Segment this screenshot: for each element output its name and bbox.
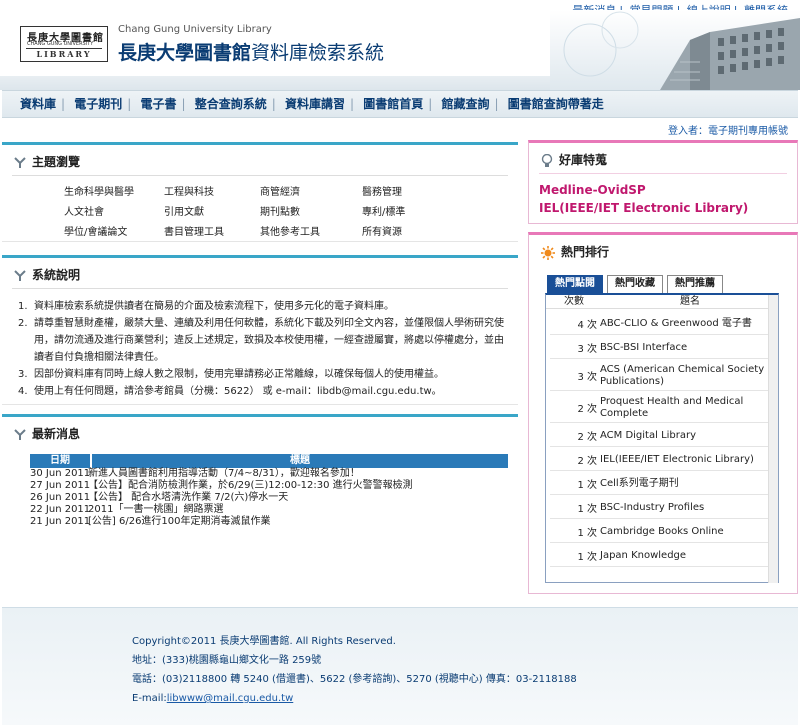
tab-most-recommended[interactable]: 熱門推薦 — [667, 275, 723, 293]
footer-text: Copyright©2011 長庚大學圖書館. All Rights Reser… — [132, 632, 577, 708]
subject-item[interactable]: 其他參考工具 — [260, 223, 362, 238]
subject-grid: 生命科學與醫學 工程與科技 商管經濟 醫務管理 人文社會 引用文獻 期刊點數 專… — [64, 183, 452, 238]
footer-address: 地址：(333)桃園縣龜山鄉文化一路 259號 — [132, 655, 322, 666]
subject-item[interactable]: 引用文獻 — [164, 203, 260, 218]
subject-item[interactable]: 商管經濟 — [260, 183, 362, 198]
cup-icon — [14, 428, 26, 440]
site-title-zh: 長庚大學圖書館資料庫檢索系統 — [118, 38, 384, 65]
description-list: 1. 資料庫檢索系統提供讀者在簡易的介面及檢索流程下，使用多元化的電子資料庫。 2… — [18, 298, 508, 400]
news-col-title: 標題 — [92, 454, 508, 468]
nav-mobile-search[interactable]: 圖書館查詢帶著走 — [508, 97, 604, 111]
news-title: 最新消息 — [14, 425, 80, 442]
featured-link-iel[interactable]: IEL(IEEE/IET Electronic Library) — [539, 199, 748, 217]
featured-link-medline[interactable]: Medline-OvidSP — [539, 181, 748, 199]
footer-copyright: Copyright©2011 長庚大學圖書館. All Rights Reser… — [132, 636, 396, 647]
cup-icon — [14, 156, 26, 168]
popular-row[interactable]: 1 次 BSC-Industry Profiles — [550, 497, 772, 519]
news-row[interactable]: 27 Jun 2011 【公告】配合消防檢測作業，於6/29(三)12:00-12… — [30, 480, 520, 492]
description-item: 1. 資料庫檢索系統提供讀者在簡易的介面及檢索流程下，使用多元化的電子資料庫。 — [18, 301, 394, 312]
nav-library-home[interactable]: 圖書館首頁 — [363, 97, 423, 111]
news-header: 日期 標題 — [30, 454, 520, 468]
system-description-title: 系統說明 — [14, 266, 80, 283]
popular-row[interactable]: 2 次 IEL(IEEE/IET Electronic Library) — [550, 449, 772, 471]
logo-en-small: CHANG GUNG UNIVERSITY — [27, 41, 94, 47]
nav-catalog-search[interactable]: 館藏查詢 — [442, 97, 490, 111]
subject-item[interactable]: 生命科學與醫學 — [64, 183, 164, 198]
description-item: 2. 請尊重智慧財產權，嚴禁大量、連續及利用任何軟體，系統化下載及列印全文內容，並… — [18, 318, 504, 363]
library-building-illustration — [550, 10, 800, 90]
login-status: 登入者：電子期刊專用帳號 — [668, 126, 788, 137]
col-name: 題名 — [680, 296, 700, 307]
news-panel: 最新消息 日期 標題 30 Jun 2011 新進人員圖書館利用指導活動（7/4~… — [2, 414, 518, 544]
popular-ranking-panel: 熱門排行 熱門點閱 熱門收藏 熱門推薦 次數 題名 4 次 ABC-CLIO & … — [528, 232, 798, 594]
tab-most-viewed[interactable]: 熱門點閱 — [547, 275, 603, 293]
divider — [12, 175, 508, 176]
tab-most-bookmarked[interactable]: 熱門收藏 — [607, 275, 663, 293]
news-row[interactable]: 30 Jun 2011 新進人員圖書館利用指導活動（7/4~8/31），歡迎報名參… — [30, 468, 520, 480]
lightbulb-icon — [541, 153, 553, 167]
logo-library: LIBRARY — [26, 48, 102, 59]
description-item: 4. 使用上有任何問題，請洽參考館員（分機：5622） 或 e-mail：libd… — [18, 386, 442, 397]
featured-links: Medline-OvidSP IEL(IEEE/IET Electronic L… — [539, 181, 748, 217]
subject-item[interactable]: 學位/會議論文 — [64, 223, 164, 238]
divider — [539, 173, 787, 174]
popular-row[interactable]: 2 次 Proquest Health and Medical Complete — [550, 393, 772, 423]
news-table: 日期 標題 30 Jun 2011 新進人員圖書館利用指導活動（7/4~8/31）… — [30, 454, 520, 528]
popular-row[interactable]: 4 次 ABC-CLIO & Greenwood 電子書 — [550, 313, 772, 335]
popular-row[interactable]: 3 次 ACS (American Chemical Society Public… — [550, 361, 772, 391]
library-logo[interactable]: 長庚大學圖書館 CHANG GUNG UNIVERSITY LIBRARY — [20, 26, 108, 62]
popular-row[interactable]: 1 次 Japan Knowledge — [550, 545, 772, 567]
footer: Copyright©2011 長庚大學圖書館. All Rights Reser… — [2, 607, 798, 725]
nav-ebooks[interactable]: 電子書 — [141, 97, 177, 111]
divider — [12, 288, 508, 289]
news-row[interactable]: 26 Jun 2011 【公告】 配合水塔清洗作業 7/2(六)停水一天 — [30, 492, 520, 504]
popular-row[interactable]: 3 次 BSC-BSI Interface — [550, 337, 772, 359]
nav-databases[interactable]: 資料庫 — [20, 97, 56, 111]
subject-browse-panel: 主題瀏覽 生命科學與醫學 工程與科技 商管經濟 醫務管理 人文社會 引用文獻 期… — [2, 142, 518, 242]
footer-email-link[interactable]: libwww@mail.cgu.edu.tw — [167, 693, 294, 704]
news-row[interactable]: 21 Jun 2011 [公告] 6/26進行100年定期消毒滅鼠作業 — [30, 516, 520, 528]
nav-federated-search[interactable]: 整合查詢系統 — [195, 97, 267, 111]
site-title-zh-rest: 資料庫檢索系統 — [251, 42, 385, 64]
site-title-zh-bold: 長庚大學圖書館 — [118, 42, 252, 64]
popular-list-scrollbar[interactable] — [768, 295, 778, 583]
featured-databases-panel: 好庫特蒐 Medline-OvidSP IEL(IEEE/IET Electro… — [528, 140, 798, 224]
nav-database-training[interactable]: 資料庫講習 — [285, 97, 345, 111]
subject-item[interactable]: 醫務管理 — [362, 183, 452, 198]
popular-tabs: 熱門點閱 熱門收藏 熱門推薦 — [547, 275, 723, 293]
subject-item[interactable]: 專利/標準 — [362, 203, 452, 218]
news-row[interactable]: 22 Jun 2011 2011「一書一桃園」網路票選 — [30, 504, 520, 516]
main-nav: 資料庫 | 電子期刊 | 電子書 | 整合查詢系統 | 資料庫講習 | 圖書館首頁 | 館藏… — [2, 90, 798, 118]
subject-item[interactable]: 所有資源 — [362, 223, 452, 238]
featured-title: 好庫特蒐 — [541, 151, 607, 168]
subject-item[interactable]: 書目管理工具 — [164, 223, 260, 238]
col-count: 次數 — [564, 296, 584, 307]
description-item: 3. 因部份資料庫有同時上線人數之限制，使用完畢請務必正常離線，以確保每個人的使用… — [18, 369, 444, 380]
popular-title: 熱門排行 — [541, 243, 609, 260]
news-col-date: 日期 — [30, 454, 90, 468]
header: 最新消息| 常見問題| 線上說明| 離開系統 長庚大學圖書館 CHANG GUN… — [0, 0, 800, 90]
subject-browse-title: 主題瀏覽 — [14, 153, 80, 170]
nav-ejournals[interactable]: 電子期刊 — [74, 97, 122, 111]
popular-list: 次數 題名 4 次 ABC-CLIO & Greenwood 電子書 3 次 BSC… — [545, 293, 779, 583]
system-description-panel: 系統說明 1. 資料庫檢索系統提供讀者在簡易的介面及檢索流程下，使用多元化的電子資… — [2, 255, 518, 405]
cup-icon — [14, 269, 26, 281]
site-title-en: Chang Gung University Library — [118, 24, 272, 35]
footer-phone: 電話：(03)2118800 轉 5240 (借還書)、5622 (參考諮詢)、… — [132, 674, 577, 685]
popular-list-header: 次數 題名 — [546, 295, 778, 309]
popular-row[interactable]: 2 次 ACM Digital Library — [550, 425, 772, 447]
subject-item[interactable]: 期刊點數 — [260, 203, 362, 218]
popular-row[interactable]: 1 次 Cell系列電子期刊 — [550, 473, 772, 495]
subject-item[interactable]: 人文社會 — [64, 203, 164, 218]
popular-row[interactable]: 1 次 Cambridge Books Online — [550, 521, 772, 543]
subject-item[interactable]: 工程與科技 — [164, 183, 260, 198]
footer-email-line: E-mail:libwww@mail.cgu.edu.tw — [132, 693, 294, 704]
sun-icon — [541, 245, 555, 260]
